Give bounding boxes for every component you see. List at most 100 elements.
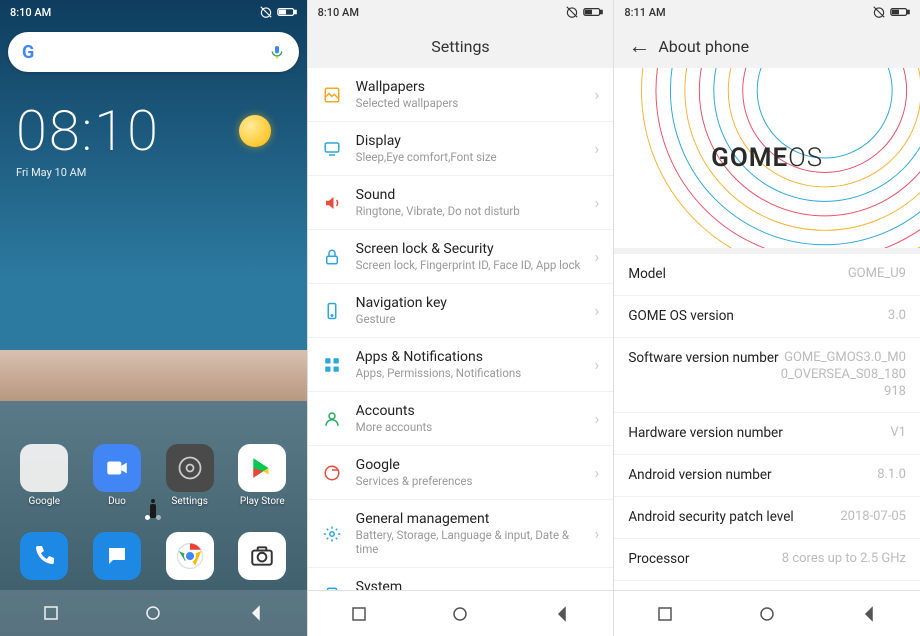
settings-item-wallpaper[interactable]: Wallpapers Selected wallpapers › xyxy=(308,68,614,122)
gear-icon xyxy=(166,444,214,492)
about-label: GOME OS version xyxy=(628,308,734,324)
wallpaper-icon xyxy=(322,85,342,105)
settings-item-apps[interactable]: Apps & Notifications Apps, Permissions, … xyxy=(308,338,614,392)
chevron-right-icon: › xyxy=(595,585,600,590)
nav-back-button[interactable] xyxy=(857,602,881,626)
settings-item-accounts[interactable]: Accounts More accounts › xyxy=(308,392,614,446)
app-playstore[interactable]: Play Store xyxy=(230,444,294,507)
about-hero: GOMEOS xyxy=(614,68,920,248)
navigation-bar xyxy=(308,590,614,636)
settings-item-subtitle: More accounts xyxy=(356,420,595,434)
app-label: Duo xyxy=(108,496,126,507)
nav-recent-button[interactable] xyxy=(39,601,63,625)
google-icon xyxy=(322,463,342,483)
navigation-bar xyxy=(614,590,920,636)
about-item[interactable]: RAM 6.00GB xyxy=(614,581,920,590)
chevron-right-icon: › xyxy=(595,524,600,543)
dock-camera[interactable] xyxy=(230,532,294,580)
nav-recent-button[interactable] xyxy=(347,602,371,626)
about-item[interactable]: Hardware version number V1 xyxy=(614,413,920,455)
settings-header: Settings xyxy=(308,24,614,68)
weather-sun-icon xyxy=(239,115,271,147)
chevron-right-icon: › xyxy=(595,301,600,320)
dock-phone[interactable] xyxy=(12,532,76,580)
app-google-folder[interactable]: Google xyxy=(12,444,76,507)
settings-item-google[interactable]: Google Services & preferences › xyxy=(308,446,614,500)
about-label: Processor xyxy=(628,551,689,567)
app-duo[interactable]: Duo xyxy=(85,444,149,507)
lock-icon xyxy=(322,247,342,267)
chevron-right-icon: › xyxy=(595,463,600,482)
app-label: Play Store xyxy=(240,496,285,507)
app-settings[interactable]: Settings xyxy=(158,444,222,507)
settings-item-title: General management xyxy=(356,511,595,527)
nav-home-button[interactable] xyxy=(755,602,779,626)
google-search-bar[interactable]: G xyxy=(8,32,299,72)
chevron-right-icon: › xyxy=(595,355,600,374)
settings-item-subtitle: Battery, Storage, Language & input, Date… xyxy=(356,528,595,556)
play-store-icon xyxy=(238,444,286,492)
settings-item-display[interactable]: Display Sleep,Eye comfort,Font size › xyxy=(308,122,614,176)
status-bar: 8:10 AM xyxy=(0,0,307,24)
chevron-right-icon: › xyxy=(595,247,600,266)
settings-item-subtitle: Gesture xyxy=(356,312,595,326)
apps-icon xyxy=(322,355,342,375)
settings-item-subtitle: Screen lock, Fingerprint ID, Face ID, Ap… xyxy=(356,258,595,272)
about-label: Software version number xyxy=(628,350,778,366)
about-value: GOME_U9 xyxy=(848,266,906,283)
about-value: 8.1.0 xyxy=(877,467,906,484)
brand-logo: GOMEOS xyxy=(711,143,823,173)
settings-item-nav[interactable]: Navigation key Gesture › xyxy=(308,284,614,338)
chevron-right-icon: › xyxy=(595,139,600,158)
settings-item-title: Display xyxy=(356,133,595,149)
about-item[interactable]: Software version number GOME_GMOS3.0_M00… xyxy=(614,338,920,414)
camera-icon xyxy=(238,532,286,580)
phone-icon xyxy=(20,532,68,580)
nav-back-button[interactable] xyxy=(244,601,268,625)
about-value: 2018-07-05 xyxy=(840,509,906,526)
about-item[interactable]: GOME OS version 3.0 xyxy=(614,296,920,338)
page-title: About phone xyxy=(658,37,749,56)
settings-item-gear[interactable]: General management Battery, Storage, Lan… xyxy=(308,500,614,568)
settings-item-lock[interactable]: Screen lock & Security Screen lock, Fing… xyxy=(308,230,614,284)
navigation-bar xyxy=(0,590,307,636)
status-time: 8:10 AM xyxy=(10,6,51,19)
battery-icon xyxy=(890,6,910,18)
settings-item-title: Sound xyxy=(356,187,595,203)
settings-item-sound[interactable]: Sound Ringtone, Vibrate, Do not disturb … xyxy=(308,176,614,230)
battery-icon xyxy=(277,6,297,18)
settings-item-title: Google xyxy=(356,457,595,473)
clock-time: 08:10 xyxy=(16,98,160,164)
clock-widget[interactable]: 08:10 Fri May 10 AM xyxy=(0,80,307,179)
dock-messages[interactable] xyxy=(85,532,149,580)
settings-item-system[interactable]: System Reset, Backup & restore, About ph… xyxy=(308,568,614,590)
google-logo-icon: G xyxy=(22,42,34,63)
nav-icon xyxy=(322,301,342,321)
voice-search-icon[interactable] xyxy=(269,44,285,60)
about-item[interactable]: Model GOME_U9 xyxy=(614,254,920,296)
about-label: Android version number xyxy=(628,467,771,483)
nav-back-button[interactable] xyxy=(550,602,574,626)
nav-home-button[interactable] xyxy=(448,602,472,626)
settings-item-title: Screen lock & Security xyxy=(356,241,595,257)
wallpaper-figure xyxy=(150,504,156,518)
nav-home-button[interactable] xyxy=(141,601,165,625)
about-label: Android security patch level xyxy=(628,509,793,525)
settings-item-title: Wallpapers xyxy=(356,79,595,95)
accounts-icon xyxy=(322,409,342,429)
dock-chrome[interactable] xyxy=(158,532,222,580)
settings-item-subtitle: Ringtone, Vibrate, Do not disturb xyxy=(356,204,595,218)
about-list: Model GOME_U9 GOME OS version 3.0 Softwa… xyxy=(614,254,920,590)
status-bar: 8:11 AM xyxy=(614,0,920,24)
nav-recent-button[interactable] xyxy=(653,602,677,626)
settings-list: Wallpapers Selected wallpapers › Display… xyxy=(308,68,614,590)
app-label: Settings xyxy=(171,496,208,507)
about-label: Model xyxy=(628,266,666,282)
chevron-right-icon: › xyxy=(595,85,600,104)
back-button[interactable]: ← xyxy=(628,33,650,59)
about-item[interactable]: Android security patch level 2018-07-05 xyxy=(614,497,920,539)
settings-item-subtitle: Sleep,Eye comfort,Font size xyxy=(356,150,595,164)
about-item[interactable]: Processor 8 cores up to 2.5 GHz xyxy=(614,539,920,581)
battery-icon xyxy=(583,6,603,18)
about-item[interactable]: Android version number 8.1.0 xyxy=(614,455,920,497)
